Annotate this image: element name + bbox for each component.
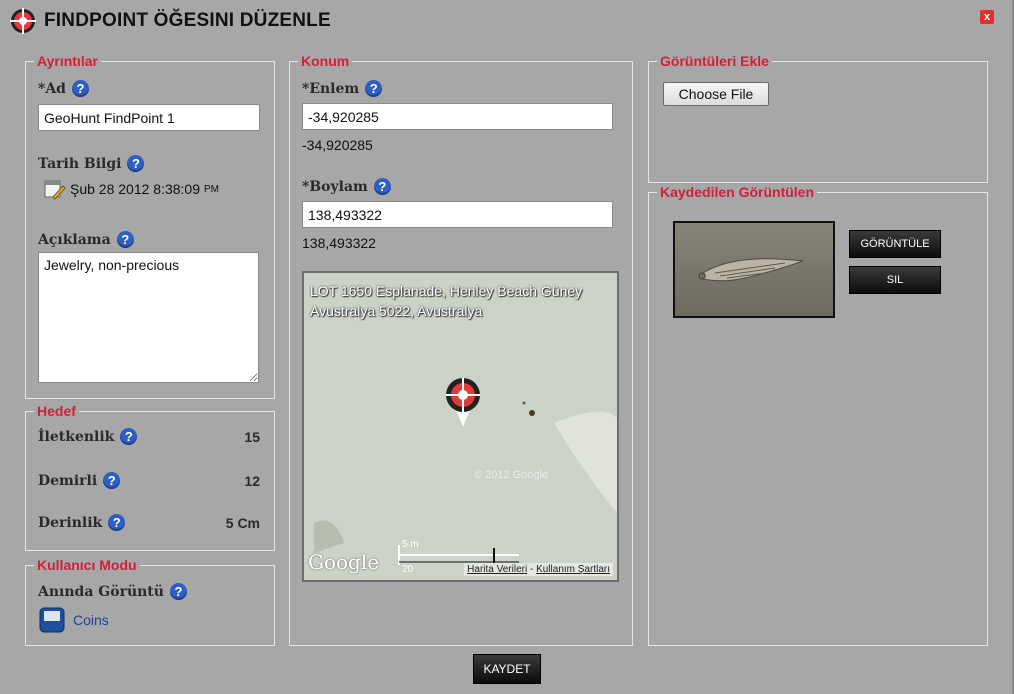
date-label-text: Tarih Bilgi — [38, 155, 122, 172]
help-icon[interactable]: ? — [116, 231, 134, 248]
date-suffix: PM — [204, 183, 220, 195]
map-terms-separator: - — [527, 564, 537, 575]
date-row: Şub 28 2012 8:38:09 PM — [44, 178, 219, 200]
ferrous-label-text: Demirli — [38, 472, 98, 489]
title-bar: FINDPOINT ÖĞESINI DÜZENLE — [10, 6, 331, 36]
choose-file-button[interactable]: Choose File — [663, 82, 769, 106]
add-images-panel: Görüntüleri Ekle — [648, 53, 988, 183]
add-images-legend: Görüntüleri Ekle — [660, 53, 769, 69]
user-mode-legend: Kullanıcı Modu — [37, 557, 137, 573]
terms-of-use-link[interactable]: Kullanım Şartları — [536, 564, 610, 575]
edit-findpoint-dialog: FINDPOINT ÖĞESINI DÜZENLE x Ayrıntılar *… — [0, 0, 1014, 694]
help-icon[interactable]: ? — [108, 514, 126, 531]
latitude-label: *Enlem ? — [302, 80, 383, 97]
conductivity-value: 15 — [244, 429, 260, 445]
ferrous-label: Demirli ? — [38, 472, 121, 489]
map-watermark: © 2012 Google — [474, 469, 549, 481]
mode-row[interactable]: Coins — [39, 607, 109, 633]
depth-label: Derinlik ? — [38, 514, 126, 531]
close-icon[interactable]: x — [980, 10, 994, 24]
help-icon[interactable]: ? — [71, 80, 89, 97]
map-view[interactable]: LOT 1650 Esplanade, Henley Beach Güney A… — [302, 271, 619, 582]
map-marker-icon[interactable] — [445, 377, 481, 429]
map-data-link[interactable]: Harita Verileri — [467, 564, 527, 575]
date-label: Tarih Bilgi ? — [38, 155, 145, 172]
depth-label-text: Derinlik — [38, 514, 103, 531]
description-label: Açıklama ? — [38, 231, 134, 248]
description-textarea[interactable]: Jewelry, non-precious — [38, 252, 259, 383]
name-label: *Ad ? — [38, 80, 89, 97]
map-scale-label-secondary: 20 — [402, 564, 414, 575]
calendar-edit-icon — [44, 180, 66, 200]
instant-view-label: Anında Görüntü ? — [38, 583, 187, 600]
delete-image-button[interactable]: SIL — [849, 266, 941, 294]
help-icon[interactable]: ? — [373, 178, 391, 195]
name-label-text: *Ad — [38, 80, 66, 97]
ferrous-value: 12 — [244, 473, 260, 489]
map-terms: Harita Verileri - Kullanım Şartları — [464, 563, 613, 576]
mode-value[interactable]: Coins — [73, 612, 109, 628]
save-button[interactable]: KAYDET — [473, 654, 541, 684]
conductivity-label: İletkenlik ? — [38, 428, 138, 445]
longitude-display: 138,493322 — [302, 235, 376, 251]
name-input[interactable] — [38, 104, 260, 131]
google-logo: Google — [308, 550, 380, 574]
details-legend: Ayrıntılar — [37, 53, 98, 69]
conductivity-label-text: İletkenlik — [38, 428, 115, 445]
map-scale-label: 5 m — [402, 539, 419, 550]
help-icon[interactable]: ? — [103, 472, 121, 489]
latitude-label-text: *Enlem — [302, 80, 360, 97]
description-label-text: Açıklama — [38, 231, 111, 248]
target-legend: Hedef — [37, 403, 76, 419]
wing-charm-image — [675, 223, 833, 316]
instant-view-label-text: Anında Görüntü — [38, 583, 164, 600]
map-address: LOT 1650 Esplanade, Henley Beach Güney A… — [310, 283, 583, 319]
crosshair-logo-icon — [10, 8, 36, 34]
view-image-button[interactable]: GÖRÜNTÜLE — [849, 230, 941, 258]
longitude-label-text: *Boylam — [302, 178, 368, 195]
floppy-icon — [39, 607, 65, 633]
saved-images-legend: Kaydedilen Görüntülen — [660, 184, 815, 200]
help-icon[interactable]: ? — [169, 583, 187, 600]
latitude-display: -34,920285 — [302, 137, 373, 153]
location-legend: Konum — [301, 53, 350, 69]
help-icon[interactable]: ? — [127, 155, 145, 172]
saved-image-thumbnail[interactable] — [673, 221, 835, 318]
dialog-title: FINDPOINT ÖĞESINI DÜZENLE — [44, 10, 331, 31]
depth-value: 5 Cm — [225, 515, 260, 531]
help-icon[interactable]: ? — [120, 428, 138, 445]
longitude-input[interactable] — [302, 201, 613, 228]
help-icon[interactable]: ? — [365, 80, 383, 97]
date-value: Şub 28 2012 8:38:09 — [70, 181, 201, 197]
longitude-label: *Boylam ? — [302, 178, 391, 195]
latitude-input[interactable] — [302, 103, 613, 130]
